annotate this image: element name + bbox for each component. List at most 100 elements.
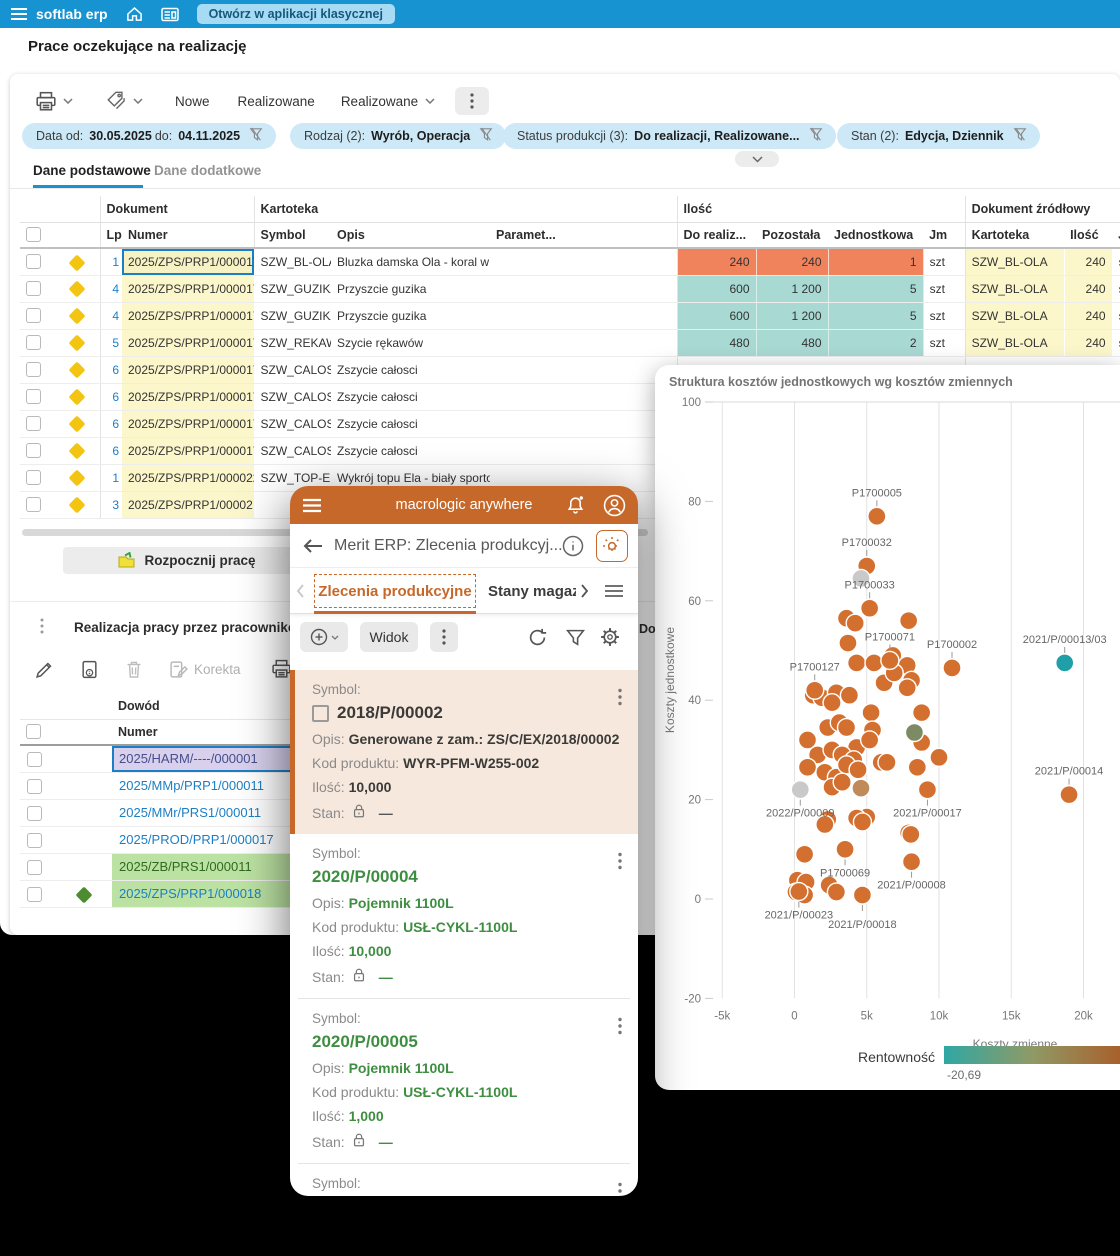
widok-button[interactable]: Widok — [360, 622, 418, 652]
table-row[interactable]: 2025/MMp/PRP1/000011 — [20, 772, 320, 799]
filters-expander-button[interactable] — [735, 151, 779, 167]
tab-stany-magazynowe[interactable]: Stany magazyn — [488, 568, 576, 614]
table-row[interactable]: 2025/MMr/PRS1/000011 — [20, 799, 320, 826]
table-row[interactable]: 12025/ZPS/PRP1/000017SZW_BL-OLABluzka da… — [20, 248, 1120, 275]
table-row[interactable]: 2025/PROD/PRP1/000017 — [20, 826, 320, 853]
col-header-parametr[interactable]: Paramet... — [490, 222, 677, 248]
more-button[interactable] — [430, 622, 458, 652]
start-work-button[interactable]: Rozpocznij pracę — [63, 547, 310, 574]
edit-pencil-button[interactable] — [35, 660, 54, 679]
row-checkbox[interactable] — [27, 806, 42, 821]
filter-chip[interactable]: Rodzaj (2):Wyrób, Operacja — [290, 123, 506, 149]
add-button[interactable] — [300, 622, 348, 652]
tab-dane-podstawowe[interactable]: Dane podstawowe — [33, 163, 151, 178]
row-checkbox[interactable] — [26, 416, 41, 431]
toolbar-more-button[interactable] — [455, 87, 489, 115]
data-point[interactable] — [846, 614, 864, 632]
lower-print-button[interactable] — [271, 659, 292, 679]
col-header-numer[interactable]: Numer — [122, 222, 254, 248]
data-point[interactable] — [790, 883, 808, 901]
document-number-cell[interactable]: 2025/PROD/PRP1/000017 — [112, 826, 320, 853]
col-header-jednostkowa[interactable]: Jednostkowa — [828, 222, 923, 248]
production-order-card[interactable]: Symbol:2018/P/00002Opis: Generowane z za… — [290, 670, 638, 834]
row-checkbox[interactable] — [26, 254, 41, 269]
filter-funnel-icon[interactable] — [566, 629, 585, 646]
clear-filter-icon[interactable] — [243, 127, 263, 145]
col-header-numer[interactable]: Numer — [112, 719, 320, 745]
row-checkbox[interactable] — [26, 389, 41, 404]
data-point[interactable] — [898, 679, 916, 697]
clear-filter-icon[interactable] — [473, 127, 493, 145]
select-all-checkbox[interactable] — [26, 724, 41, 739]
data-point[interactable] — [848, 654, 866, 672]
production-order-card[interactable]: Symbol:2020/P/00005Opis: Pojemnik 1100LK… — [290, 999, 638, 1163]
col-header-lp[interactable]: Lp — [100, 222, 122, 248]
col-header-opis[interactable]: Opis — [331, 222, 490, 248]
data-point[interactable] — [840, 686, 858, 704]
row-checkbox[interactable] — [26, 308, 41, 323]
open-classic-app-button[interactable]: Otwórz w aplikacji klasycznej — [197, 4, 395, 24]
data-point[interactable] — [838, 719, 856, 737]
col-header-src-jm[interactable]: J... — [1112, 222, 1120, 248]
document-number-cell[interactable]: 2025/MMp/PRP1/000011 — [112, 772, 320, 799]
data-point[interactable] — [918, 781, 936, 799]
data-point[interactable] — [861, 599, 879, 617]
row-checkbox[interactable] — [26, 362, 41, 377]
document-number-cell[interactable]: 2025/ZPS/PRP1/000018 — [112, 880, 320, 907]
row-checkbox[interactable] — [27, 860, 42, 875]
data-point[interactable] — [1060, 786, 1078, 804]
data-point[interactable] — [839, 634, 857, 652]
row-checkbox[interactable] — [27, 887, 42, 902]
document-number-cell[interactable]: 2025/HARM/----/000001 — [112, 745, 320, 772]
document-number-cell[interactable]: 2025/MMr/PRS1/000011 — [112, 799, 320, 826]
tab-zlecenia-produkcyjne[interactable]: Zlecenia produkcyjne — [314, 574, 476, 608]
data-point[interactable] — [878, 753, 896, 771]
card-more-button[interactable] — [618, 688, 622, 711]
row-checkbox[interactable] — [26, 335, 41, 350]
data-point[interactable] — [806, 681, 824, 699]
data-point[interactable] — [868, 507, 886, 525]
data-point[interactable] — [881, 651, 899, 669]
korekta-button[interactable]: Korekta — [169, 660, 241, 679]
settings-gear-icon[interactable] — [600, 627, 620, 647]
table-row[interactable]: 2025/ZB/PRS1/000011 — [20, 853, 320, 880]
tabs-scroll-left-icon[interactable] — [296, 584, 305, 598]
tags-dropdown-chevron-icon[interactable] — [133, 98, 143, 104]
filter-chip[interactable]: Data od:30.05.2025do:04.11.2025 — [22, 123, 276, 149]
document-info-button[interactable] — [80, 660, 99, 679]
row-checkbox[interactable] — [26, 281, 41, 296]
table-row[interactable]: 42025/ZPS/PRP1/000017SZW_GUZIKARIPrzyszc… — [20, 302, 1120, 329]
home-icon[interactable] — [126, 6, 143, 22]
tabs-scroll-right-icon[interactable] — [580, 584, 589, 598]
user-profile-icon[interactable] — [603, 494, 626, 517]
data-point[interactable] — [823, 694, 841, 712]
filter-chip[interactable]: Status produkcji (3):Do realizacji, Real… — [503, 123, 836, 149]
data-point[interactable] — [862, 704, 880, 722]
production-order-card[interactable]: Symbol:2020/P/00004Opis: Pojemnik 1100LK… — [290, 834, 638, 998]
data-point[interactable] — [905, 724, 923, 742]
data-point[interactable] — [853, 813, 871, 831]
tabs-list-icon[interactable] — [604, 584, 624, 598]
data-point[interactable] — [903, 853, 921, 871]
print-button[interactable] — [35, 91, 57, 112]
row-checkbox[interactable] — [26, 443, 41, 458]
info-icon[interactable] — [562, 535, 584, 557]
col-header-symbol[interactable]: Symbol — [254, 222, 331, 248]
menu-icon[interactable] — [10, 7, 28, 21]
data-point[interactable] — [827, 883, 845, 901]
col-header-src-ilosc[interactable]: Ilość — [1064, 222, 1112, 248]
notifications-bell-icon[interactable] — [565, 495, 586, 516]
data-point[interactable] — [902, 825, 920, 843]
clear-filter-icon[interactable] — [1007, 127, 1027, 145]
row-checkbox[interactable] — [26, 470, 41, 485]
refresh-icon[interactable] — [528, 628, 547, 647]
brightness-toggle-button[interactable] — [596, 530, 628, 562]
col-header-jm[interactable]: Jm — [923, 222, 965, 248]
delete-trash-button[interactable] — [125, 660, 143, 679]
card-checkbox[interactable] — [312, 705, 329, 722]
card-more-button[interactable] — [618, 1017, 622, 1040]
card-more-button[interactable] — [618, 852, 622, 875]
clear-filter-icon[interactable] — [803, 127, 823, 145]
row-checkbox[interactable] — [26, 497, 41, 512]
data-point[interactable] — [796, 845, 814, 863]
